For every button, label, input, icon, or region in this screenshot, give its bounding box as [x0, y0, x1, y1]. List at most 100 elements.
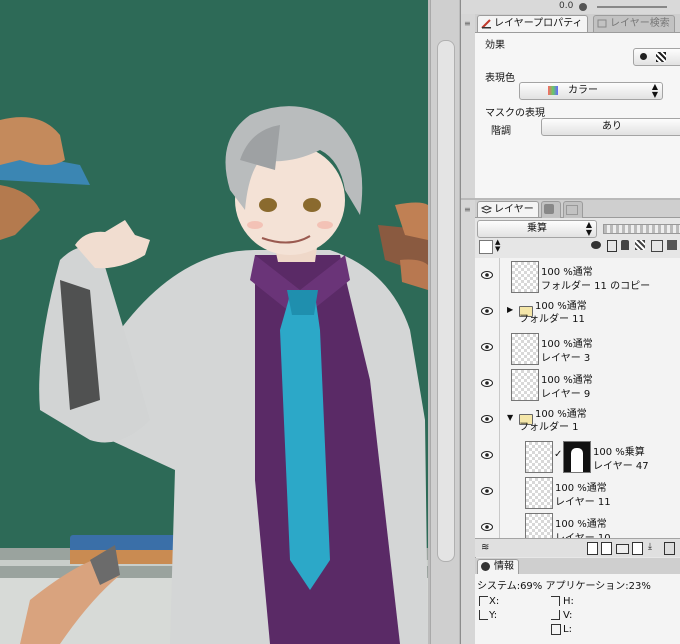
- select-arrows-icon: ▲ ▼: [585, 220, 592, 237]
- visibility-toggle[interactable]: [475, 474, 500, 510]
- canvas-vertical-scrollbar[interactable]: [430, 0, 459, 644]
- info-body: システム:69% アプリケーション:23% X: Y: H: V: L:: [475, 574, 680, 644]
- layer-folder-row[interactable]: ▶ 100 %通常 フォルダー 11: [475, 294, 680, 331]
- layer-thumbnail: [525, 441, 553, 473]
- mask-expression-label: マスクの表現: [485, 108, 545, 119]
- merge-down-icon[interactable]: ⤓: [648, 542, 652, 552]
- new-raster-layer-icon[interactable]: [587, 542, 598, 555]
- eye-icon: [481, 271, 493, 279]
- dock-collapse-icon[interactable]: ≡: [464, 19, 471, 28]
- memory-usage-text: システム:69% アプリケーション:23%: [477, 581, 651, 592]
- delete-layer-icon[interactable]: [664, 542, 675, 555]
- eye-icon: [481, 379, 493, 387]
- tab-layer-property-label: レイヤープロパティ: [494, 18, 583, 29]
- effect-label: 効果: [485, 40, 505, 51]
- layer-name: レイヤー 9: [541, 389, 591, 400]
- zoom-slider-track[interactable]: [597, 6, 667, 8]
- new-folder-icon[interactable]: [616, 544, 629, 554]
- expression-color-select[interactable]: カラー ▲ ▼: [519, 82, 663, 100]
- reference-toggle-icon[interactable]: [667, 240, 677, 250]
- auto-action-icon: [566, 205, 578, 215]
- layer-blend-opacity: 100 %乗算: [593, 447, 645, 458]
- tab-material[interactable]: [541, 201, 561, 218]
- layer-row[interactable]: 100 %通常 レイヤー 11: [475, 474, 680, 511]
- mask-figure-shape: [571, 448, 583, 472]
- expression-color-label: 表現色: [485, 73, 515, 84]
- layers-icon: [481, 205, 492, 214]
- effect-tone-icon[interactable]: [656, 52, 666, 62]
- folder-collapsed-icon[interactable]: ▶: [507, 305, 513, 314]
- info-tab-bar: 情報: [475, 558, 680, 575]
- visibility-toggle[interactable]: [475, 438, 500, 474]
- visibility-toggle[interactable]: [475, 330, 500, 366]
- effect-toggle-group[interactable]: [633, 48, 680, 66]
- tab-layer-search[interactable]: レイヤー検索: [593, 15, 675, 32]
- gradation-select[interactable]: あり: [541, 118, 680, 136]
- layer-thumbnail: [511, 261, 539, 293]
- info-dock-handle[interactable]: [461, 558, 476, 644]
- eye-icon: [481, 487, 493, 495]
- visibility-toggle[interactable]: [475, 294, 500, 330]
- layer-toolbar: 乗算 ▲ ▼ ▲ ▼: [475, 218, 680, 259]
- layer-folder-row[interactable]: ▼ 100 %通常 フォルダー 1: [475, 402, 680, 439]
- lock-transparent-icon[interactable]: [635, 240, 645, 250]
- layer-name: レイヤー 10: [555, 529, 611, 538]
- right-dock-panel: 0.0 ≡ レイヤープロパティ レイヤー検索 効果 表現色 カラー ▲ ▼ マスク…: [460, 0, 680, 644]
- tab-layer-label: レイヤー: [494, 204, 534, 215]
- layer-blend-opacity: 100 %通常: [541, 267, 593, 278]
- dock-collapse-icon[interactable]: ≡: [464, 205, 471, 214]
- property-tab-bar: レイヤープロパティ レイヤー検索: [475, 14, 680, 33]
- visibility-toggle[interactable]: [475, 510, 500, 538]
- h-label: H:: [563, 596, 574, 607]
- opacity-slider[interactable]: [603, 224, 680, 234]
- v-label: V:: [563, 610, 573, 621]
- tab-auto-action[interactable]: [563, 201, 583, 218]
- layer-name: フォルダー 11: [519, 314, 585, 325]
- layer-row[interactable]: 100 %通常レイヤー 10: [475, 510, 680, 538]
- layer-property-icon: [481, 19, 491, 29]
- effect-border-icon[interactable]: [640, 53, 647, 60]
- canvas-area[interactable]: [0, 0, 460, 644]
- eye-icon: [481, 451, 493, 459]
- property-dock-handle[interactable]: ≡: [461, 14, 476, 200]
- blend-mode-select[interactable]: 乗算 ▲ ▼: [477, 220, 597, 238]
- folder-expanded-icon[interactable]: ▼: [507, 413, 513, 422]
- eye-icon: [481, 523, 493, 531]
- layer-name: レイヤー 3: [541, 353, 591, 364]
- tab-layer-property[interactable]: レイヤープロパティ: [477, 15, 588, 32]
- layer-row[interactable]: 100 %通常 レイヤー 9: [475, 366, 680, 403]
- layer-row[interactable]: ✓ 100 %乗算 レイヤー 47: [475, 438, 680, 475]
- new-vector-layer-icon[interactable]: [601, 542, 612, 555]
- visibility-toggle[interactable]: [475, 258, 500, 294]
- material-icon: [544, 204, 554, 214]
- layer-menu-icon[interactable]: ≋: [481, 542, 489, 553]
- copy-layer-icon[interactable]: [632, 542, 643, 555]
- layer-row[interactable]: 100 %通常 レイヤー 3: [475, 330, 680, 367]
- layer-mask-thumbnail[interactable]: [563, 441, 591, 473]
- navigator-zoom-value: 0.0: [559, 1, 574, 11]
- layer-dock-handle[interactable]: ≡: [461, 200, 476, 558]
- visibility-toggle[interactable]: [475, 402, 500, 438]
- clipping-icon[interactable]: [651, 240, 663, 252]
- draft-layer-icon[interactable]: [607, 240, 617, 252]
- layer-name: レイヤー 47: [593, 461, 649, 472]
- layer-color-swatch[interactable]: [479, 240, 493, 254]
- eye-icon: [481, 343, 493, 351]
- artwork-canvas[interactable]: [0, 0, 428, 644]
- eye-icon: [481, 307, 493, 315]
- lock-icon[interactable]: [621, 240, 629, 250]
- x-bracket-icon: [479, 596, 488, 606]
- reference-layer-icon[interactable]: [591, 241, 601, 249]
- tab-info[interactable]: 情報: [477, 559, 519, 574]
- layer-row[interactable]: 100 %通常 フォルダー 11 のコピー: [475, 258, 680, 295]
- tab-layer-search-label: レイヤー検索: [610, 18, 670, 29]
- layer-blend-opacity: 100 %通常: [541, 375, 593, 386]
- scrollbar-thumb[interactable]: [437, 40, 455, 562]
- layer-thumbnail: [525, 513, 553, 538]
- layer-name: レイヤー 11: [555, 497, 611, 508]
- opacity-stepper-icon[interactable]: ▲ ▼: [495, 239, 500, 253]
- visibility-toggle[interactable]: [475, 366, 500, 402]
- layer-list[interactable]: 100 %通常 フォルダー 11 のコピー ▶ 100 %通常 フォルダー 11 100 …: [475, 258, 680, 538]
- zoom-slider-icon[interactable]: [579, 3, 587, 11]
- tab-layer[interactable]: レイヤー: [477, 201, 539, 217]
